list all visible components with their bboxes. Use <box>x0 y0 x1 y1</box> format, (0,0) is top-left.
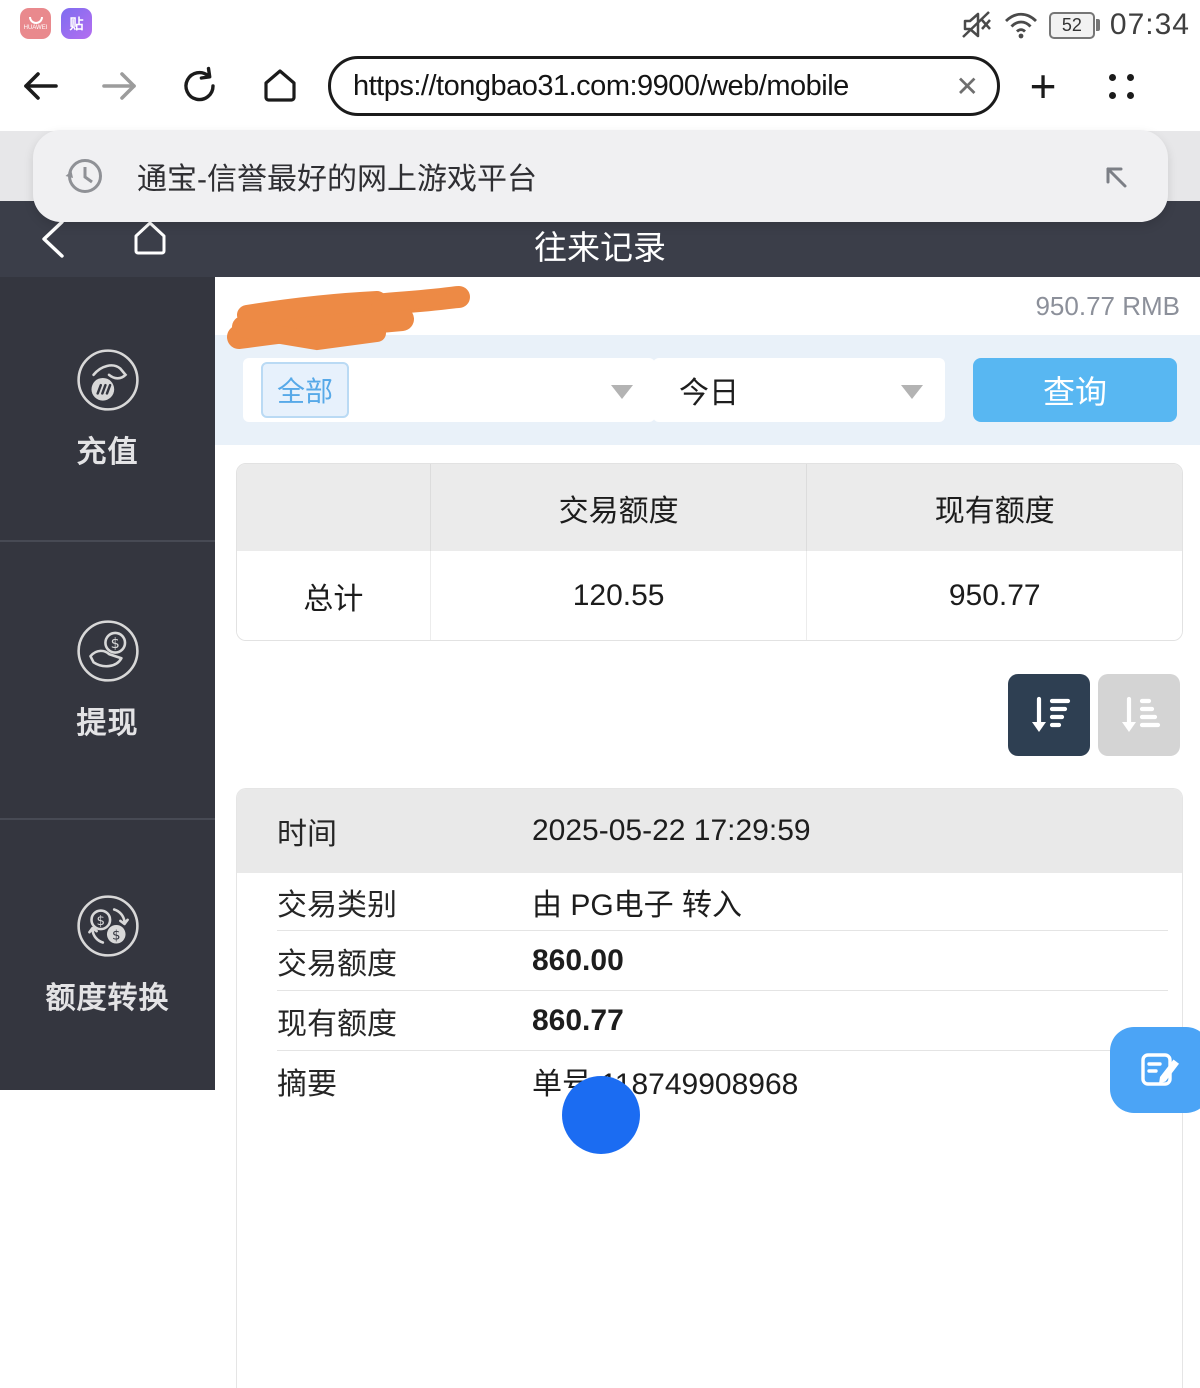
detail-label: 交易类别 <box>237 880 532 924</box>
wifi-icon <box>1003 10 1039 40</box>
type-select[interactable]: 全部 <box>243 358 655 422</box>
balance-text: 950.77 RMB <box>1035 291 1180 322</box>
recharge-icon <box>75 347 141 413</box>
home-button[interactable] <box>240 66 320 106</box>
browser-toolbar: https://tongbao31.com:9900/web/mobile ✕ … <box>0 50 1200 122</box>
reload-button[interactable] <box>160 65 240 107</box>
huawei-label: HUAWEI <box>24 25 48 31</box>
back-button[interactable] <box>0 66 80 106</box>
battery-percent: 52 <box>1049 12 1095 39</box>
edit-note-icon <box>1137 1047 1183 1093</box>
transaction-detail-card: 时间 2025-05-22 17:29:59 交易类别 由 PG电子 转入 交易… <box>236 788 1183 1388</box>
withdraw-icon: $ <box>75 618 141 684</box>
forward-arrow-icon <box>98 66 142 106</box>
svg-text:$: $ <box>110 636 119 652</box>
summary-table: 交易额度 现有额度 总计 120.55 950.77 <box>236 463 1183 641</box>
detail-value: 860.77 <box>532 1004 624 1038</box>
tieba-glyph: 贴 <box>70 14 84 34</box>
battery-nub <box>1096 19 1100 31</box>
detail-label: 现有额度 <box>237 999 532 1043</box>
detail-row-time: 时间 2025-05-22 17:29:59 <box>237 789 1182 873</box>
clear-url-icon[interactable]: ✕ <box>950 70 979 103</box>
svg-text:$: $ <box>96 914 105 929</box>
header-cell-empty <box>237 464 431 551</box>
detail-row-trade-amount: 交易额度 860.00 <box>237 931 1182 991</box>
sort-ascending-button[interactable] <box>1098 674 1180 756</box>
summary-table-total-row: 总计 120.55 950.77 <box>237 551 1182 640</box>
sidebar-item-recharge[interactable]: 充值 <box>0 277 215 540</box>
sort-controls <box>215 674 1200 756</box>
back-arrow-icon <box>18 66 62 106</box>
summary-table-header: 交易额度 现有额度 <box>237 464 1182 551</box>
total-label: 总计 <box>237 551 431 640</box>
sidebar-label-recharge: 充值 <box>77 427 139 471</box>
content-area: 950.77 RMB 全部 今日 查询 <box>215 277 1200 1090</box>
sort-descending-button[interactable] <box>1008 674 1090 756</box>
suggestion-text: 通宝-信誉最好的网上游戏平台 <box>137 154 1098 198</box>
detail-row-current-amount: 现有额度 860.77 <box>237 991 1182 1051</box>
sidebar-item-quota-transfer[interactable]: $ $ 额度转换 <box>0 818 215 1090</box>
sidebar-label-quota-transfer: 额度转换 <box>46 973 170 1017</box>
date-select[interactable]: 今日 <box>653 358 945 422</box>
redaction-scribble <box>225 285 477 351</box>
new-tab-button[interactable]: + <box>1000 66 1086 106</box>
history-clock-icon <box>61 152 109 200</box>
sidebar-label-withdraw: 提现 <box>77 698 139 742</box>
date-selected-text: 今日 <box>679 368 739 412</box>
history-suggestion-item[interactable]: 通宝-信誉最好的网上游戏平台 <box>33 130 1168 222</box>
sort-descending-icon <box>1025 691 1073 739</box>
total-current-amount: 950.77 <box>807 551 1182 640</box>
sidebar: 充值 $ 提现 $ $ 额度转换 <box>0 277 215 1090</box>
chevron-down-icon <box>611 385 633 399</box>
status-bar: HUAWEI 贴 52 07:34 <box>0 0 1200 50</box>
notification-app-icons: HUAWEI 贴 <box>20 8 92 39</box>
detail-label: 摘要 <box>237 1059 532 1103</box>
total-trade-amount: 120.55 <box>431 551 808 640</box>
menu-dots-icon <box>1109 74 1134 99</box>
sort-ascending-icon <box>1115 691 1163 739</box>
huawei-smile-glyph <box>29 17 43 24</box>
detail-value: 860.00 <box>532 944 624 978</box>
sidebar-item-withdraw[interactable]: $ 提现 <box>0 540 215 818</box>
type-selected-chip: 全部 <box>261 362 349 418</box>
svg-text:$: $ <box>111 928 120 943</box>
home-icon <box>259 66 301 106</box>
query-button[interactable]: 查询 <box>973 358 1177 422</box>
detail-label: 时间 <box>237 809 532 853</box>
browser-menu-button[interactable] <box>1086 74 1156 99</box>
huawei-store-app-icon: HUAWEI <box>20 8 51 39</box>
detail-row-type: 交易类别 由 PG电子 转入 <box>237 873 1182 931</box>
bottom-blue-circle <box>562 1076 640 1154</box>
detail-value: 由 PG电子 转入 <box>532 880 742 924</box>
page-title: 往来记录 <box>0 221 1200 269</box>
detail-value: 2025-05-22 17:29:59 <box>532 814 811 848</box>
insert-suggestion-icon[interactable] <box>1098 159 1132 193</box>
address-bar[interactable]: https://tongbao31.com:9900/web/mobile ✕ <box>328 56 1000 116</box>
detail-row-summary: 摘要 单号:118749908968 <box>237 1051 1182 1111</box>
header-cell-trade-amount: 交易额度 <box>431 464 808 551</box>
forward-button[interactable] <box>80 66 160 106</box>
reload-icon <box>179 65 221 107</box>
battery-icon: 52 <box>1049 12 1100 39</box>
tieba-app-icon: 贴 <box>61 8 92 39</box>
edit-record-fab[interactable] <box>1110 1027 1200 1113</box>
chevron-down-icon <box>901 385 923 399</box>
mute-icon <box>961 10 993 40</box>
filter-bar: 全部 今日 查询 <box>215 335 1200 445</box>
quota-transfer-icon: $ $ <box>75 893 141 959</box>
detail-label: 交易额度 <box>237 939 532 983</box>
header-cell-current-amount: 现有额度 <box>807 464 1182 551</box>
url-text[interactable]: https://tongbao31.com:9900/web/mobile <box>353 70 950 103</box>
status-time: 07:34 <box>1110 8 1190 42</box>
